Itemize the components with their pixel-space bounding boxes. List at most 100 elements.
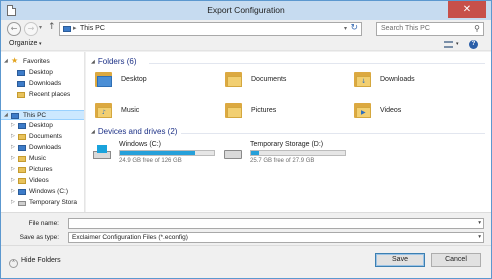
folder-label: Videos — [380, 107, 402, 114]
chevron-up-icon: ⌃ — [9, 259, 18, 268]
folder-tile-desktop[interactable]: Desktop — [95, 70, 215, 98]
folder-label: Pictures — [251, 107, 277, 114]
expand-chevron-icon[interactable]: ▷ — [11, 188, 15, 194]
sidebar-item-label: Desktop — [29, 122, 53, 129]
sidebar-item-desktop-fav[interactable]: Desktop — [1, 68, 84, 78]
hide-folders-button[interactable]: ⌃ Hide Folders — [9, 257, 61, 268]
sidebar-item-music[interactable]: ▷ Music — [1, 154, 84, 164]
documents-folder-icon — [225, 70, 242, 87]
title-bar[interactable]: Export Configuration ✕ — [1, 1, 491, 20]
save-as-type-value: Exclaimer Configuration Files (*.econfig… — [72, 234, 188, 241]
collapse-chevron-icon[interactable]: ◢ — [91, 129, 95, 135]
drive-usage-fill — [120, 151, 196, 155]
drive-name: Windows (C:) — [119, 141, 162, 148]
expand-chevron-icon[interactable]: ▷ — [11, 199, 15, 205]
music-folder-icon: ♪ — [95, 101, 112, 118]
computer-icon — [63, 26, 71, 32]
chevron-down-icon[interactable]: ▾ — [39, 41, 42, 47]
sidebar-item-temporary-storage[interactable]: ▷ Temporary Stora — [1, 198, 84, 208]
help-icon[interactable]: ? — [469, 40, 478, 49]
folder-label: Documents — [251, 76, 287, 83]
up-arrow-icon[interactable]: ↑ — [48, 22, 56, 32]
expand-chevron-icon[interactable]: ▷ — [11, 177, 15, 183]
sidebar-item-label: Windows (C:) — [29, 188, 69, 195]
folder-tile-pictures[interactable]: Pictures — [225, 101, 345, 129]
change-view-icon[interactable] — [444, 41, 453, 48]
desktop-icon — [17, 70, 25, 76]
navigation-pane: ◢ ★ Favorites Desktop Downloads Recent p… — [1, 52, 85, 212]
organize-button[interactable]: Organize — [9, 40, 37, 47]
refresh-icon[interactable]: ↻ — [350, 23, 358, 33]
back-arrow-icon[interactable]: ← — [7, 22, 21, 36]
sidebar-item-label: Downloads — [29, 144, 62, 151]
search-icon[interactable]: ⚲ — [474, 24, 480, 33]
breadcrumb-separator-icon[interactable]: ▸ — [73, 24, 77, 32]
sidebar-item-documents[interactable]: ▷ Documents — [1, 132, 84, 142]
drive-free-space: 24.9 GB free of 126 GB — [119, 158, 182, 164]
expand-chevron-icon[interactable]: ▷ — [11, 122, 15, 128]
save-fields: File name: ▾ Save as type: Exclaimer Con… — [1, 212, 491, 245]
group-divider — [181, 133, 485, 134]
desktop-folder-icon — [95, 70, 112, 87]
save-as-type-select[interactable]: Exclaimer Configuration Files (*.econfig… — [68, 232, 484, 243]
drive-icon — [224, 146, 242, 159]
folder-tile-documents[interactable]: Documents — [225, 70, 345, 98]
expand-chevron-icon[interactable]: ▷ — [11, 155, 15, 161]
chevron-down-icon[interactable]: ▾ — [478, 234, 481, 240]
downloads-folder-icon: ↓ — [354, 70, 371, 87]
close-button[interactable]: ✕ — [448, 1, 486, 18]
sidebar-item-label: Documents — [29, 133, 62, 140]
sidebar-item-favorites[interactable]: ◢ ★ Favorites — [1, 56, 84, 67]
sidebar-item-label: Desktop — [29, 69, 53, 76]
drive-tile-windows-c[interactable]: Windows (C:) 24.9 GB free of 126 GB — [93, 141, 233, 171]
save-button[interactable]: Save — [375, 253, 425, 267]
folders-group-header[interactable]: ◢ Folders (6) — [91, 57, 137, 66]
devices-header-label: Devices and drives (2) — [97, 127, 178, 136]
drive-free-space: 25.7 GB free of 27.9 GB — [250, 158, 315, 164]
command-bar: Organize ▾ ▾ ? — [1, 39, 491, 51]
expand-chevron-icon[interactable]: ▷ — [11, 133, 15, 139]
windows-drive-icon — [93, 145, 111, 159]
sidebar-item-pictures[interactable]: ▷ Pictures — [1, 165, 84, 175]
sidebar-item-this-pc[interactable]: ◢ This PC — [1, 110, 84, 120]
save-as-type-label: Save as type: — [19, 234, 59, 241]
windows-drive-icon — [18, 189, 26, 195]
cancel-button[interactable]: Cancel — [431, 253, 481, 267]
sidebar-item-label: Music — [29, 155, 46, 162]
devices-group-header[interactable]: ◢ Devices and drives (2) — [91, 127, 177, 136]
sidebar-item-downloads-fav[interactable]: Downloads — [1, 79, 84, 89]
breadcrumb-this-pc[interactable]: This PC — [80, 25, 105, 32]
folder-tile-videos[interactable]: ▶ Videos — [354, 101, 474, 129]
collapse-chevron-icon[interactable]: ◢ — [91, 59, 95, 65]
folders-header-label: Folders (6) — [97, 57, 137, 66]
videos-folder-icon: ▶ — [354, 101, 371, 118]
sidebar-item-recent-places[interactable]: Recent places — [1, 90, 84, 100]
folder-tile-downloads[interactable]: ↓ Downloads — [354, 70, 474, 98]
collapse-chevron-icon[interactable]: ◢ — [4, 112, 8, 118]
address-dropdown-icon[interactable]: ▾ — [344, 25, 347, 32]
sidebar-item-downloads[interactable]: ▷ Downloads — [1, 143, 84, 153]
sidebar-item-videos[interactable]: ▷ Videos — [1, 176, 84, 186]
dialog-footer: ⌃ Hide Folders Save Cancel — [1, 245, 491, 278]
search-input[interactable]: Search This PC ⚲ — [376, 22, 484, 36]
file-name-label: File name: — [28, 220, 59, 227]
drive-usage-bar — [119, 150, 215, 156]
forward-arrow-icon[interactable]: → — [24, 22, 38, 36]
sidebar-item-desktop[interactable]: ▷ Desktop — [1, 121, 84, 131]
folder-tile-music[interactable]: ♪ Music — [95, 101, 215, 129]
documents-icon — [18, 134, 26, 140]
file-name-field[interactable]: ▾ — [68, 218, 484, 229]
recent-locations-chevron-icon[interactable]: ▾ — [39, 24, 42, 31]
star-icon: ★ — [11, 56, 19, 65]
drive-tile-temporary-storage[interactable]: Temporary Storage (D:) 25.7 GB free of 2… — [224, 141, 364, 171]
sidebar-item-label: Pictures — [29, 166, 53, 173]
sidebar-item-windows-c[interactable]: ▷ Windows (C:) — [1, 187, 84, 197]
chevron-down-icon[interactable]: ▾ — [478, 220, 481, 226]
address-bar[interactable]: ▸ This PC ▾ ↻ — [59, 22, 362, 36]
expand-chevron-icon[interactable]: ▷ — [11, 166, 15, 172]
collapse-chevron-icon[interactable]: ◢ — [4, 58, 8, 64]
pictures-icon — [18, 167, 26, 173]
view-options-chevron-icon[interactable]: ▾ — [456, 41, 459, 47]
expand-chevron-icon[interactable]: ▷ — [11, 144, 15, 150]
sidebar-item-label: Favorites — [23, 58, 50, 65]
